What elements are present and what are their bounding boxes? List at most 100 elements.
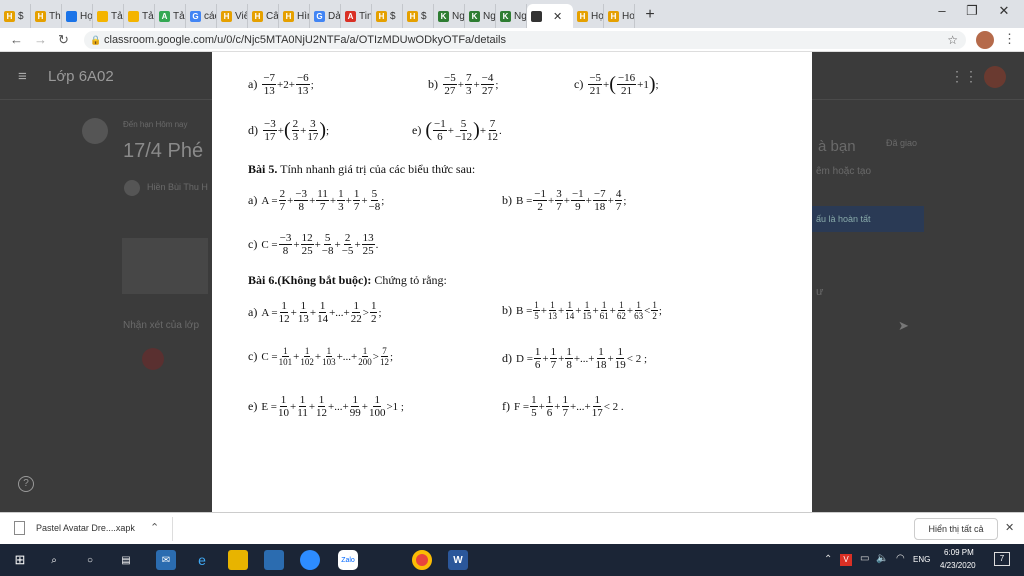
download-bar: Pastel Avatar Dre....xapk ⌃ Hiển thị tất…: [0, 512, 1024, 544]
browser-tab[interactable]: Tải: [124, 4, 155, 28]
hamburger-icon[interactable]: ≡: [18, 68, 27, 85]
file-icon: [14, 521, 25, 535]
tab-favicon: [97, 10, 108, 22]
browser-tab[interactable]: Tải: [93, 4, 124, 28]
expr-c-row1: c) −5 21 +( −16 21 +1);: [574, 72, 659, 97]
language-indicator[interactable]: ENG: [913, 555, 930, 564]
mail-icon[interactable]: ✉: [156, 550, 176, 570]
zoom-icon[interactable]: [300, 550, 320, 570]
browser-tab[interactable]: A Tải: [155, 4, 186, 28]
browser-tab[interactable]: HHìn: [279, 4, 310, 28]
chevron-up-icon[interactable]: ⌃: [150, 521, 159, 534]
tab-label: Ng: [514, 10, 527, 22]
antivirus-icon[interactable]: V: [840, 554, 852, 566]
cortana-icon[interactable]: ○: [80, 550, 100, 570]
browser-tab[interactable]: H $: [403, 4, 434, 28]
tab-favicon: H: [376, 10, 387, 22]
assignment-icon: [82, 118, 108, 144]
tab-favicon: K: [500, 10, 511, 22]
task-view-icon[interactable]: ▤: [116, 550, 136, 570]
word-icon[interactable]: W: [448, 550, 468, 570]
edge-icon[interactable]: e: [192, 550, 212, 570]
expr-d-row1: d) −3 17 +( 2 3 + 3 17);: [248, 118, 330, 143]
tab-label: Ng: [483, 10, 496, 22]
browser-tab[interactable]: K Ng: [434, 4, 465, 28]
attachment-thumbnail[interactable]: [122, 238, 208, 294]
tab-label: $: [18, 10, 24, 22]
browser-tab[interactable]: Họ: [62, 4, 93, 28]
tab-favicon: [128, 10, 139, 22]
new-tab-button[interactable]: +: [635, 4, 665, 28]
browser-tab[interactable]: K Ng: [465, 4, 496, 28]
teacher-avatar: [124, 180, 140, 196]
close-tab-icon[interactable]: ✕: [553, 10, 562, 23]
chrome-icon[interactable]: [412, 550, 432, 570]
tab-label: Họ: [591, 10, 604, 22]
send-icon[interactable]: ➤: [898, 318, 909, 334]
clock-date[interactable]: 4/23/2020: [940, 561, 976, 570]
menu-icon[interactable]: ⋮: [1003, 31, 1016, 47]
zalo-icon[interactable]: Zalo: [338, 550, 358, 570]
browser-tab[interactable]: HCâu: [248, 4, 279, 28]
bai5-heading: Bài 5. Tính nhanh giá trị của các biểu t…: [248, 162, 476, 176]
class-comments-label: Nhận xét của lớp: [123, 320, 200, 331]
volume-icon[interactable]: 🔈: [876, 553, 888, 564]
active-tab[interactable]: ✕: [527, 4, 573, 28]
chevron-up-tray-icon[interactable]: ⌃: [824, 554, 832, 565]
browser-tab[interactable]: H $: [0, 4, 31, 28]
tab-label: Tải: [111, 10, 124, 22]
notification-icon[interactable]: 7: [994, 552, 1010, 566]
star-icon[interactable]: ☆: [947, 31, 958, 49]
expr-b-row1: b) −5 27 + 7 3 + −4 27;: [428, 72, 499, 97]
expr-D-bai6: d) D = 1 6 + 1 7 + 1 8 +...+ 1 18 + 1 19 < 2 ;: [502, 346, 647, 371]
help-icon[interactable]: ?: [18, 476, 34, 492]
back-icon[interactable]: ←: [10, 32, 23, 47]
apps-icon[interactable]: ⋮⋮: [950, 68, 978, 85]
browser-tab[interactable]: A Tin: [341, 4, 372, 28]
close-window-button[interactable]: ✕: [984, 0, 1024, 24]
clock-time[interactable]: 6:09 PM: [944, 548, 974, 557]
battery-icon[interactable]: ▭: [860, 553, 869, 564]
browser-tab[interactable]: H Họ: [573, 4, 604, 28]
tab-label: Tải: [173, 10, 186, 22]
tab-label: Ho: [622, 10, 635, 22]
expr-B-bai5: b) B = −1 2 + 3 7 + −1 9 + −7 18 + 4 7;: [502, 188, 627, 213]
toolbar: ← → ↻ 🔒 classroom.google.com/u/0/c/Njc5M…: [0, 28, 1024, 52]
browser-tab[interactable]: GDải: [310, 4, 341, 28]
folder-icon[interactable]: [228, 550, 248, 570]
browser-tab[interactable]: Gcác: [186, 4, 217, 28]
close-download-bar-icon[interactable]: ✕: [1005, 521, 1014, 534]
forward-icon[interactable]: →: [34, 32, 47, 47]
browser-tab[interactable]: H Ho: [604, 4, 635, 28]
start-icon[interactable]: ⊞: [10, 550, 30, 570]
browser-tab[interactable]: H Viê: [217, 4, 248, 28]
expr-E-bai6: e) E = 1 10 + 1 11 + 1 12 +...+ 1 99 + 1 100 >1 ;: [248, 394, 404, 419]
mark-done-button[interactable]: ấu là hoàn tất: [812, 206, 924, 232]
download-file-name[interactable]: Pastel Avatar Dre....xapk: [36, 523, 135, 533]
expr-F-bai6: f) F = 1 5 + 1 6 + 1 7 +...+ 1 17 < 2 .: [502, 394, 624, 419]
user-avatar[interactable]: [984, 66, 1006, 88]
tab-favicon: [66, 10, 77, 22]
address-bar[interactable]: 🔒 classroom.google.com/u/0/c/Njc5MTA0NjU…: [84, 31, 966, 49]
tab-favicon: H: [608, 10, 619, 22]
url-text: classroom.google.com/u/0/c/Njc5MTA0NjU2N…: [104, 34, 507, 46]
lock-icon: 🔒: [90, 35, 102, 45]
browser-tab[interactable]: H $: [372, 4, 403, 28]
tab-label: các: [204, 10, 216, 22]
profile-avatar[interactable]: [976, 31, 994, 49]
wifi-icon[interactable]: ◠: [896, 553, 905, 564]
add-create-button[interactable]: êm hoặc tạo: [816, 166, 871, 177]
browser-tab[interactable]: K Ng: [496, 4, 527, 28]
expr-A-bai5: a) A = 2 7 + −3 8 + 11 7 + 1 3 + 1 7 + 5 −8;: [248, 188, 385, 213]
reload-icon[interactable]: ↻: [58, 32, 69, 48]
class-name[interactable]: Lớp 6A02: [48, 68, 114, 85]
divider: [172, 517, 173, 541]
tab-favicon: K: [469, 10, 480, 22]
tab-label: Hìn: [297, 10, 309, 22]
classroom-favicon: [531, 10, 542, 22]
show-all-button[interactable]: Hiển thị tất cả: [914, 518, 998, 540]
search-icon[interactable]: ⌕: [44, 550, 64, 570]
browser-tab[interactable]: HThc: [31, 4, 62, 28]
due-label: Đến hạn Hôm nay: [123, 120, 188, 129]
store-icon[interactable]: [264, 550, 284, 570]
